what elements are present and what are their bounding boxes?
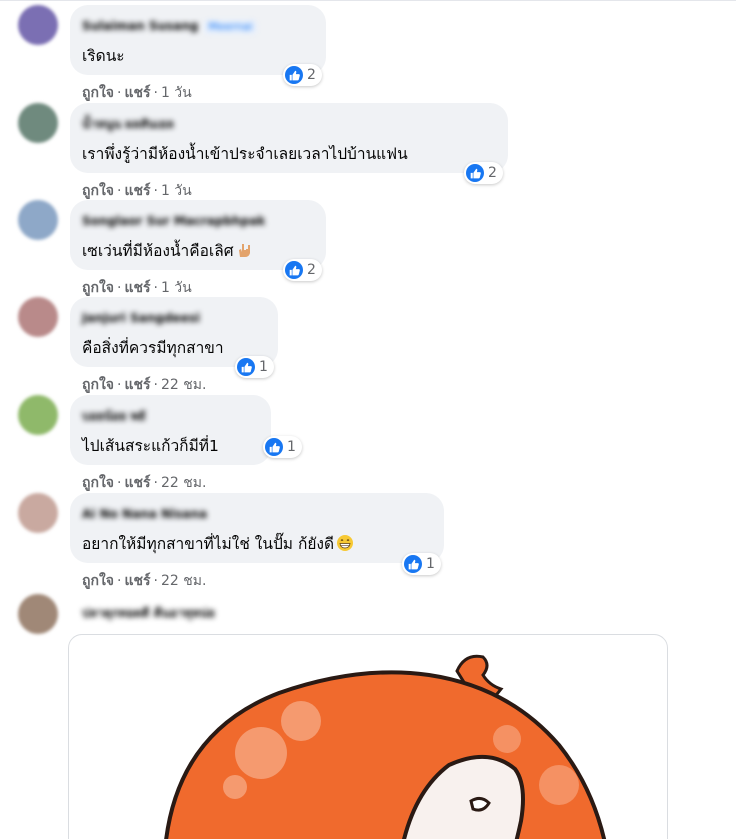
like-link[interactable]: ถูกใจ [82,183,114,199]
comment-text: เราพึ่งรู้ว่ามีห้องน้ำเข้าประจำเลยเวลาไป… [82,145,408,163]
rock-hand-emoji-icon [236,241,254,264]
like-reaction-icon [404,555,422,573]
avatar[interactable] [18,5,58,45]
reaction-count-badge[interactable]: 1 [263,436,302,458]
comment-author[interactable]: น้ำหนูน ผลสันเยล [82,116,174,132]
comment-thread: Sulaiman Susang Meernai เริดนะ 2 ถูกใจ · แช… [0,0,736,839]
like-reaction-icon [237,358,255,376]
comment-actions: ถูกใจ · แชร์ · 1 วัน [82,280,192,296]
reaction-count-badge[interactable]: 1 [402,553,441,575]
grinning-face-emoji-icon [336,534,354,557]
divider [0,0,736,1]
share-link[interactable]: แชร์ [124,573,150,589]
like-link[interactable]: ถูกใจ [82,475,114,491]
comment-actions: ถูกใจ · แชร์ · 22 ชม. [82,475,207,491]
comment-text: ไปเส้นสระแก้วก็มีที่1 [82,437,219,455]
reaction-count-badge[interactable]: 2 [464,162,503,184]
comment-bubble: Ai No Nana Nisana อยากให้มีทุกสาขาที่ไม่… [70,493,444,563]
comment-actions: ถูกใจ · แชร์ · 1 วัน [82,85,192,101]
avatar[interactable] [18,103,58,143]
comment-timestamp[interactable]: 1 วัน [161,280,192,296]
comment-author[interactable]: Janjuri Sangdeesi [82,310,200,326]
comment-author[interactable]: Ai No Nana Nisana [82,506,207,522]
sticker-comment-header: ปลาดุกทอดดี คืนอาทุหน่ย [82,602,215,621]
comment-text: เซเว่นที่มีห้องน้ำคือเลิศ [82,241,314,264]
avatar[interactable] [18,395,58,435]
like-link[interactable]: ถูกใจ [82,85,114,101]
reaction-count: 1 [259,359,268,375]
share-link[interactable]: แชร์ [124,280,150,296]
comment-bubble: น้ำหนูน ผลสันเยล เราพึ่งรู้ว่ามีห้องน้ำเ… [70,103,508,173]
comment-timestamp[interactable]: 22 ชม. [161,377,206,393]
reaction-count: 2 [307,262,316,278]
avatar[interactable] [18,594,58,634]
reaction-count-badge[interactable]: 2 [283,259,322,281]
comment-text: คือสิ่งที่ควรมีทุกสาขา [82,339,224,357]
comment-actions: ถูกใจ · แชร์ · 22 ชม. [82,377,207,393]
reaction-count: 1 [426,556,435,572]
like-link[interactable]: ถูกใจ [82,280,114,296]
like-link[interactable]: ถูกใจ [82,377,114,393]
reaction-count: 1 [287,439,296,455]
share-link[interactable]: แชร์ [124,85,150,101]
comment-text: เริดนะ [82,47,125,65]
cartoon-character-sticker [164,654,607,839]
avatar[interactable] [18,297,58,337]
avatar[interactable] [18,200,58,240]
avatar[interactable] [18,493,58,533]
like-link[interactable]: ถูกใจ [82,573,114,589]
comment-timestamp[interactable]: 1 วัน [161,85,192,101]
like-reaction-icon [285,261,303,279]
comment-text: อยากให้มีทุกสาขาที่ไม่ใช่ ในปั๊ม ก้ยังดี [82,534,432,557]
comment-author[interactable]: Sulaiman Susang [82,18,198,34]
like-reaction-icon [265,438,283,456]
comment-author[interactable]: บอยน้อย พยั [82,408,145,424]
share-link[interactable]: แชร์ [124,475,150,491]
reaction-count: 2 [307,67,316,83]
comment-timestamp[interactable]: 1 วัน [161,183,192,199]
author-badge: Meernai [204,20,257,34]
comment-bubble: บอยน้อย พยั ไปเส้นสระแก้วก็มีที่1 [70,395,271,465]
share-link[interactable]: แชร์ [124,183,150,199]
comment-timestamp[interactable]: 22 ชม. [161,573,206,589]
comment-timestamp[interactable]: 22 ชม. [161,475,206,491]
comment-author[interactable]: ปลาดุกทอดดี คืนอาทุหน่ย [82,605,215,621]
comment-actions: ถูกใจ · แชร์ · 1 วัน [82,183,192,199]
like-reaction-icon [285,66,303,84]
reaction-count: 2 [488,165,497,181]
like-reaction-icon [466,164,484,182]
reaction-count-badge[interactable]: 2 [283,64,322,86]
share-link[interactable]: แชร์ [124,377,150,393]
sticker-attachment[interactable] [68,634,668,839]
comment-author[interactable]: Songlaor Sur Macrapbhpak [82,213,265,229]
comment-actions: ถูกใจ · แชร์ · 22 ชม. [82,573,207,589]
reaction-count-badge[interactable]: 1 [235,356,274,378]
